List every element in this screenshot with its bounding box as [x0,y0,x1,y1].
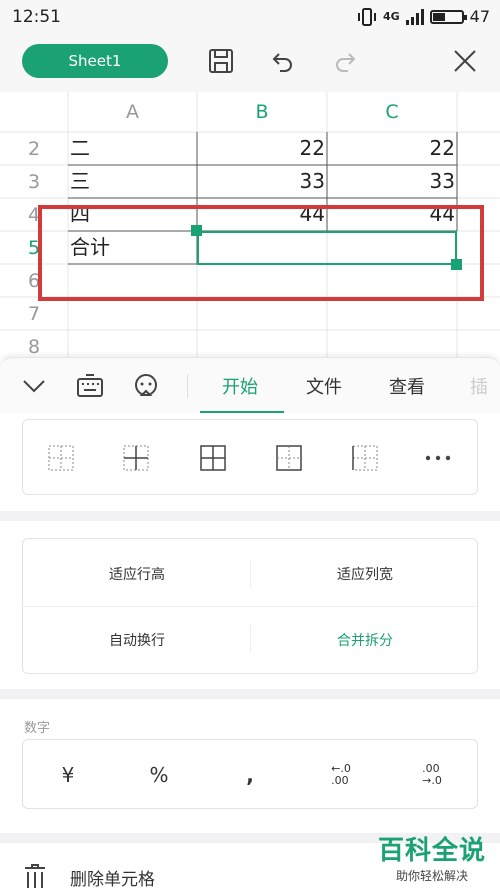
percent-format-button[interactable]: % [114,740,204,810]
border-options [48,445,451,471]
row-header[interactable]: 7 [0,297,68,330]
cell-c3[interactable]: 33 [327,165,455,198]
row-header[interactable]: 3 [0,165,68,198]
border-none-icon [48,445,74,471]
ribbon-tab-bar: 开始 文件 查看 插 [0,357,500,414]
tab-start[interactable]: 开始 [222,358,258,414]
status-bar: 12:51 4G 47 [0,0,500,36]
border-left-icon [352,445,378,471]
border-inner-icon [123,445,149,471]
merge-split-button[interactable]: 合并拆分 [251,630,479,650]
spreadsheet-grid[interactable]: A B C 2 3 4 5 6 7 8 二 22 22 三 33 33 四 44… [0,92,500,357]
selected-range-b5-c5[interactable] [197,231,457,265]
selection-handle-end[interactable] [451,259,462,270]
cell-a2[interactable]: 二 [70,132,90,165]
watermark-subtitle: 助你轻松解决 [395,869,468,883]
top-toolbar: Sheet1 [0,36,500,92]
cell-a3[interactable]: 三 [70,165,90,198]
battery-percent: 47 [469,7,490,26]
decrease-decimal-button[interactable]: .00 →.0 [387,740,477,810]
cell-actions-card: 适应行高 适应列宽 自动换行 合并拆分 [22,538,478,674]
save-icon[interactable] [206,46,236,76]
wrap-text-button[interactable]: 自动换行 [23,630,251,650]
vibrate-icon [357,7,376,26]
row-header[interactable]: 8 [0,330,68,358]
network-type: 4G [382,10,400,23]
signal-icon [405,8,424,25]
thousands-separator-button[interactable]: , [205,740,295,810]
tab-divider [187,374,188,398]
ribbon-panel: 适应行高 适应列宽 自动换行 合并拆分 数字 ¥ % , ←.0 .00 .00… [0,413,500,892]
fit-row-height-button[interactable]: 适应行高 [23,564,251,584]
collapse-chevron-icon[interactable] [22,358,46,414]
number-section-label: 数字 [24,721,51,736]
selection-handle-start[interactable] [191,225,202,236]
column-header-a[interactable]: A [68,92,197,132]
undo-icon[interactable] [268,46,298,76]
sheet-tab-button[interactable]: Sheet1 [22,44,168,78]
battery-icon [429,9,467,24]
trash-icon[interactable] [24,864,46,892]
number-format-card: ¥ % , ←.0 .00 .00 →.0 [22,739,478,809]
tab-view[interactable]: 查看 [389,358,425,414]
more-icon [425,455,451,461]
watermark-logo: 百科全说 助你轻松解决 [378,830,486,884]
status-icons: 4G 47 [357,7,490,26]
close-icon[interactable] [450,46,480,76]
delete-cell-button[interactable]: 删除单元格 [70,865,155,890]
assistant-face-icon[interactable] [132,358,160,414]
cell-b3[interactable]: 33 [197,165,325,198]
column-header-b[interactable]: B [197,92,327,132]
border-card [22,419,478,495]
row-header[interactable]: 2 [0,132,68,165]
keyboard-icon[interactable] [76,358,104,414]
border-outer-icon [276,445,302,471]
cell-b2[interactable]: 22 [197,132,325,165]
tab-file[interactable]: 文件 [306,358,342,414]
increase-decimal-button[interactable]: ←.0 .00 [296,740,386,810]
column-header-c[interactable]: C [327,92,457,132]
status-time: 12:51 [12,7,61,27]
tab-insert[interactable]: 插 [470,358,488,414]
redo-icon[interactable] [330,46,360,76]
currency-format-button[interactable]: ¥ [23,740,113,810]
cell-c2[interactable]: 22 [327,132,455,165]
fit-column-width-button[interactable]: 适应列宽 [251,564,479,584]
border-all-icon [200,445,226,471]
watermark-title: 百科全说 [377,836,486,866]
